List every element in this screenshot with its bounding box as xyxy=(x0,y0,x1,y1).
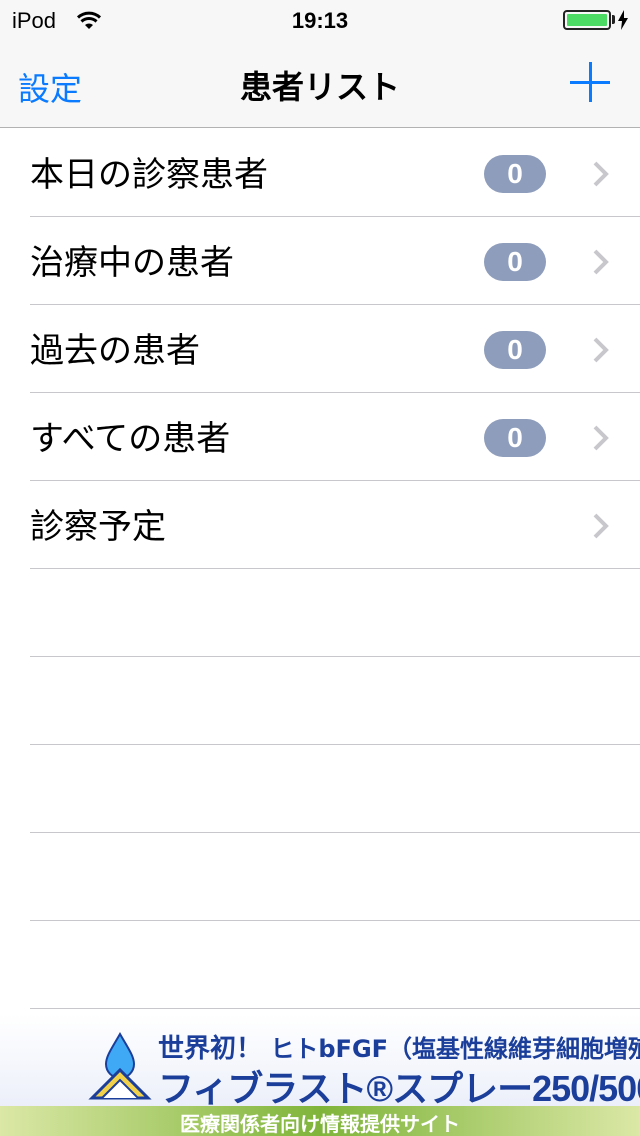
product-logo-icon xyxy=(88,1032,152,1100)
ad-headline-sub: ヒトbFGF（塩基性線維芽細胞増殖因子）製剤 xyxy=(270,1035,640,1063)
battery-tip xyxy=(612,15,615,24)
list-item-all-patients[interactable]: すべての患者 0 xyxy=(0,393,640,481)
count-badge: 0 xyxy=(484,155,546,193)
navigation-bar: 設定 患者リスト xyxy=(0,40,640,128)
chevron-right-icon xyxy=(593,513,609,539)
empty-row xyxy=(0,657,640,745)
count-badge: 0 xyxy=(484,419,546,457)
empty-row xyxy=(0,833,640,921)
chevron-right-icon xyxy=(593,161,609,187)
ad-footer-text: 医療関係者向け情報提供サイト xyxy=(180,1112,460,1136)
list-item-scheduled[interactable]: 診察予定 xyxy=(0,481,640,569)
status-time: 19:13 xyxy=(291,8,349,33)
list-item-past-patients[interactable]: 過去の患者 0 xyxy=(0,305,640,393)
add-patient-button[interactable] xyxy=(570,62,610,102)
list-item-label: 過去の患者 xyxy=(30,331,200,371)
list-item-label: 本日の診察患者 xyxy=(30,155,268,195)
list-item-in-treatment[interactable]: 治療中の患者 0 xyxy=(0,217,640,305)
empty-row xyxy=(0,921,640,1009)
count-badge: 0 xyxy=(484,243,546,281)
chevron-right-icon xyxy=(593,425,609,451)
ad-footer-strip: 医療関係者向け情報提供サイト xyxy=(0,1106,640,1136)
list-item-label: 治療中の患者 xyxy=(30,243,234,283)
ad-product-name: フィブラスト®スプレー250/500 xyxy=(158,1068,640,1109)
chevron-right-icon xyxy=(593,337,609,363)
list-item-today-patients[interactable]: 本日の診察患者 0 xyxy=(0,129,640,217)
ad-banner[interactable]: 世界初！ ヒトbFGF（塩基性線維芽細胞増殖因子）製剤 フィブラスト®スプレー2… xyxy=(0,1014,640,1136)
list-item-label: すべての患者 xyxy=(30,419,231,459)
empty-row xyxy=(0,745,640,833)
count-badge: 0 xyxy=(484,331,546,369)
page-title: 患者リスト xyxy=(239,68,400,106)
empty-row xyxy=(0,569,640,657)
status-bar: iPod 19:13 xyxy=(0,0,640,40)
charging-icon xyxy=(618,10,628,30)
battery-icon xyxy=(563,10,611,30)
patient-list: 本日の診察患者 0 治療中の患者 0 過去の患者 0 すべての患者 0 診察予定 xyxy=(0,129,640,1014)
list-item-label: 診察予定 xyxy=(30,507,166,547)
chevron-right-icon xyxy=(593,249,609,275)
